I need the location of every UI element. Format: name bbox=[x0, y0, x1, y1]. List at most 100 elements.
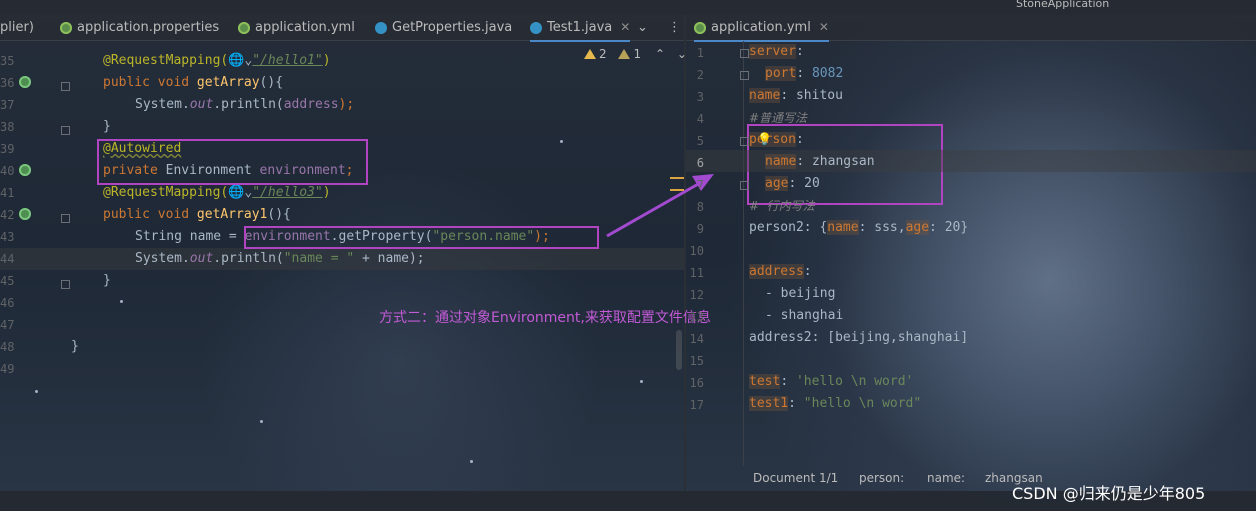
keyword-token: public void bbox=[103, 207, 197, 222]
yaml-key: test1 bbox=[749, 396, 789, 411]
line-number: 4 bbox=[696, 112, 704, 126]
code-line: @RequestMapping(🌐⌄"/hello3") bbox=[103, 182, 331, 204]
fold-marker-icon[interactable] bbox=[740, 181, 749, 190]
field-token: address bbox=[283, 97, 339, 112]
breadcrumb-item[interactable]: person: bbox=[859, 471, 904, 485]
change-marker bbox=[670, 177, 684, 191]
tab-right-application-yml[interactable]: application.yml ✕ bbox=[694, 15, 829, 42]
static-field-token: out bbox=[189, 251, 214, 266]
tab-application-yml[interactable]: application.yml bbox=[238, 15, 355, 40]
yaml-line: name: zhangsan bbox=[765, 154, 875, 169]
yaml-value: zhangsan bbox=[811, 154, 875, 169]
yaml-line: - shanghai bbox=[765, 305, 843, 327]
run-gutter-icon[interactable] bbox=[19, 76, 31, 88]
line-number: 45 bbox=[0, 274, 15, 288]
line-number: 9 bbox=[696, 222, 704, 236]
yaml-line: address: bbox=[749, 264, 812, 279]
yaml-key: port bbox=[765, 66, 797, 81]
yaml-line: address2: [beijing,shanghai] bbox=[749, 327, 968, 349]
tab-test1-java[interactable]: Test1.java ✕ bbox=[530, 15, 631, 42]
lightbulb-icon[interactable]: 💡 bbox=[757, 128, 772, 150]
yaml-line: test: 'hello \n word' bbox=[749, 374, 914, 389]
globe-icon: 🌐⌄ bbox=[228, 53, 253, 68]
highlight-box-getproperty bbox=[244, 226, 599, 249]
scrollbar[interactable] bbox=[676, 330, 682, 370]
line-number: 48 bbox=[0, 340, 15, 354]
document-indicator[interactable]: Document 1/1 bbox=[753, 471, 838, 485]
java-editor[interactable]: 35 36 37 38 39 40 41 42 43 44 45 46 47 4… bbox=[0, 41, 684, 490]
method-name-token: getArray bbox=[196, 75, 260, 90]
code-line: System.out.println("name = " + name); bbox=[135, 248, 425, 270]
yaml-key: person2 bbox=[749, 220, 804, 235]
yaml-comment: #普通写法 bbox=[749, 111, 808, 125]
code-token: String name = bbox=[135, 229, 245, 244]
code-token: } bbox=[103, 273, 111, 288]
line-number: 47 bbox=[0, 318, 15, 332]
annotation-note: 方式二：通过对象Environment,来获取配置文件信息 bbox=[379, 310, 711, 326]
editor-tab-bar: plier) application.properties applicatio… bbox=[0, 15, 1256, 42]
static-field-token: out bbox=[189, 97, 214, 112]
code-line: System.out.println(address); bbox=[135, 94, 354, 116]
yaml-key: test bbox=[749, 374, 781, 389]
line-number: 44 bbox=[0, 252, 15, 266]
yaml-key: name bbox=[827, 220, 859, 235]
tab-label: application.yml bbox=[711, 20, 811, 35]
fold-marker-icon[interactable] bbox=[740, 137, 749, 146]
string-token: "name = " bbox=[283, 251, 355, 266]
code-line: public void getArray(){ bbox=[103, 72, 283, 94]
code-token: (){ bbox=[267, 207, 291, 222]
yaml-key: age bbox=[765, 176, 789, 191]
tab-supplier[interactable]: plier) bbox=[0, 15, 34, 40]
tab-label: application.yml bbox=[255, 20, 355, 35]
line-number: 46 bbox=[0, 296, 15, 310]
breadcrumb-item[interactable]: name: bbox=[927, 471, 965, 485]
spring-leaf-icon bbox=[238, 21, 250, 34]
yaml-line: name: shitou bbox=[749, 88, 843, 103]
yaml-value: : [beijing,shanghai] bbox=[811, 330, 969, 345]
line-number: 13 bbox=[689, 310, 704, 324]
run-gutter-icon[interactable] bbox=[19, 164, 31, 176]
annotation-token: ) bbox=[322, 53, 331, 68]
inspection-widget[interactable]: 2 1 ⌃ ⌄ bbox=[584, 47, 687, 61]
line-number: 42 bbox=[0, 208, 15, 222]
fold-marker-icon[interactable] bbox=[61, 82, 70, 91]
weak-warning-count: 1 bbox=[633, 47, 642, 61]
url-token[interactable]: "/hello3" bbox=[252, 185, 322, 200]
url-token[interactable]: "/hello1" bbox=[252, 53, 322, 68]
annotation-token: @RequestMapping( bbox=[103, 185, 229, 200]
fold-marker-icon[interactable] bbox=[61, 280, 70, 289]
code-token: .println( bbox=[213, 97, 284, 112]
yaml-value: : { bbox=[803, 220, 828, 235]
line-number: 7 bbox=[696, 178, 704, 192]
code-line: } bbox=[71, 336, 79, 358]
more-options-icon[interactable]: ⋮ bbox=[668, 15, 681, 40]
spring-leaf-icon bbox=[60, 21, 72, 34]
yaml-editor[interactable]: 1 2 3 4 5 6 7 8 9 10 11 12 13 14 15 16 1… bbox=[686, 41, 1256, 490]
fold-marker-icon[interactable] bbox=[61, 126, 70, 135]
chevron-up-icon[interactable]: ⌃ bbox=[655, 47, 665, 61]
yaml-key: server bbox=[749, 44, 796, 59]
close-icon[interactable]: ✕ bbox=[819, 15, 829, 40]
java-class-icon bbox=[530, 21, 542, 34]
method-name-token: getArray1 bbox=[196, 207, 268, 222]
run-config-selector[interactable]: StoneApplication bbox=[1016, 0, 1109, 9]
fold-marker-icon[interactable] bbox=[61, 214, 70, 223]
yaml-key: name bbox=[765, 154, 797, 169]
yaml-value: : 20} bbox=[929, 220, 969, 235]
run-gutter-icon[interactable] bbox=[19, 208, 31, 220]
chevron-down-icon[interactable]: ⌄ bbox=[637, 15, 648, 40]
fold-marker-icon[interactable] bbox=[740, 71, 749, 80]
tab-getproperties-java[interactable]: GetProperties.java bbox=[375, 15, 512, 40]
line-number: 11 bbox=[689, 266, 704, 280]
close-icon[interactable]: ✕ bbox=[620, 15, 630, 40]
yaml-line: person: 💡 bbox=[749, 129, 804, 151]
line-number: 2 bbox=[696, 68, 704, 82]
tab-label: application.properties bbox=[77, 20, 220, 35]
yaml-line: - beijing bbox=[765, 283, 835, 305]
line-number: 3 bbox=[696, 90, 704, 104]
yaml-line: port: 8082 bbox=[765, 66, 844, 81]
code-token: (){ bbox=[259, 75, 284, 90]
line-number: 17 bbox=[689, 398, 704, 412]
fold-marker-icon[interactable] bbox=[740, 49, 749, 58]
tab-application-properties[interactable]: application.properties bbox=[60, 15, 219, 40]
